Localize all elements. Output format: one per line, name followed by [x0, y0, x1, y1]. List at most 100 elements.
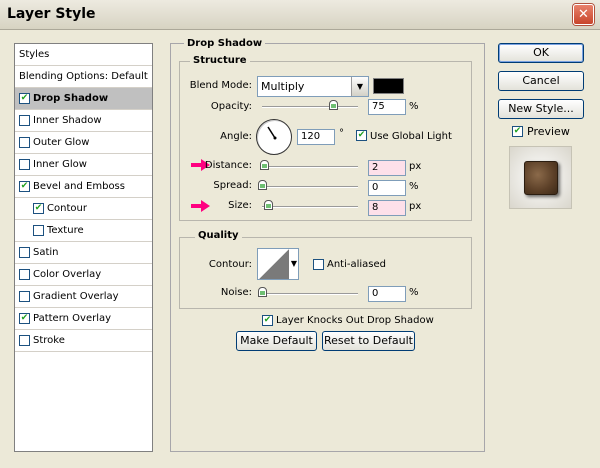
- gradient-overlay-checkbox[interactable]: [19, 291, 30, 302]
- distance-slider-thumb[interactable]: [260, 160, 269, 170]
- knockout-label: Layer Knocks Out Drop Shadow: [276, 315, 434, 326]
- angle-indicator-icon: [267, 126, 277, 140]
- knockout-checkbox[interactable]: ✔: [262, 315, 273, 326]
- inner-shadow-checkbox[interactable]: [19, 115, 30, 126]
- styles-header[interactable]: Styles: [15, 44, 152, 66]
- drop-shadow-title: Drop Shadow: [184, 38, 266, 49]
- opacity-slider-track[interactable]: [262, 106, 358, 108]
- preview-label: Preview: [527, 125, 570, 138]
- chevron-down-icon: ▼: [351, 77, 368, 96]
- texture-checkbox[interactable]: [33, 225, 44, 236]
- size-field[interactable]: 8: [368, 200, 406, 216]
- ok-button[interactable]: OK: [498, 43, 584, 63]
- preview-tile: [524, 161, 558, 195]
- opacity-field[interactable]: 75: [368, 99, 406, 115]
- noise-slider-thumb[interactable]: [258, 287, 267, 297]
- style-item-label: Inner Shadow: [33, 115, 102, 126]
- anti-aliased-checkbox[interactable]: [313, 259, 324, 270]
- style-item-label: Color Overlay: [33, 269, 102, 280]
- color-overlay-checkbox[interactable]: [19, 269, 30, 280]
- stroke-checkbox[interactable]: [19, 335, 30, 346]
- style-item-label: Blending Options: Default: [19, 71, 148, 82]
- use-global-light-checkbox[interactable]: ✔: [356, 130, 367, 141]
- styles-header-label: Styles: [19, 49, 50, 60]
- size-label: Size:: [228, 200, 252, 211]
- angle-dial[interactable]: [256, 119, 292, 155]
- opacity-label: Opacity:: [210, 101, 252, 112]
- style-item-inner-glow[interactable]: Inner Glow: [15, 154, 152, 176]
- style-item-texture[interactable]: Texture: [15, 220, 152, 242]
- distance-unit: px: [409, 161, 422, 172]
- quality-group: [179, 237, 472, 309]
- distance-field[interactable]: 2: [368, 160, 406, 176]
- noise-label: Noise:: [220, 287, 252, 298]
- satin-checkbox[interactable]: [19, 247, 30, 258]
- use-global-light-label: Use Global Light: [370, 131, 452, 142]
- make-default-button[interactable]: Make Default: [236, 331, 317, 351]
- style-item-label: Pattern Overlay: [33, 313, 112, 324]
- contour-label: Contour:: [208, 259, 252, 270]
- style-item-label: Gradient Overlay: [33, 291, 119, 302]
- noise-slider-track[interactable]: [262, 293, 358, 295]
- contour-checkbox[interactable]: ✔: [33, 203, 44, 214]
- spread-unit: %: [409, 181, 419, 192]
- style-item-label: Inner Glow: [33, 159, 87, 170]
- style-item-drop-shadow[interactable]: ✔ Drop Shadow: [15, 88, 152, 110]
- anti-aliased-label: Anti-aliased: [327, 259, 387, 270]
- style-item-bevel-emboss[interactable]: ✔ Bevel and Emboss: [15, 176, 152, 198]
- blend-mode-label: Blend Mode:: [189, 80, 252, 91]
- angle-label: Angle:: [220, 131, 252, 142]
- inner-glow-checkbox[interactable]: [19, 159, 30, 170]
- style-item-outer-glow[interactable]: Outer Glow: [15, 132, 152, 154]
- size-unit: px: [409, 201, 422, 212]
- cancel-button[interactable]: Cancel: [498, 71, 584, 91]
- size-slider-track[interactable]: [262, 206, 358, 208]
- noise-unit: %: [409, 287, 419, 298]
- style-item-label: Stroke: [33, 335, 65, 346]
- style-item-satin[interactable]: Satin: [15, 242, 152, 264]
- style-item-label: Texture: [47, 225, 84, 236]
- noise-field[interactable]: 0: [368, 286, 406, 302]
- outer-glow-checkbox[interactable]: [19, 137, 30, 148]
- preview-checkbox[interactable]: ✔: [512, 126, 523, 137]
- opacity-unit: %: [409, 101, 419, 112]
- style-item-pattern-overlay[interactable]: ✔ Pattern Overlay: [15, 308, 152, 330]
- spread-slider-track[interactable]: [262, 186, 358, 188]
- style-item-color-overlay[interactable]: Color Overlay: [15, 264, 152, 286]
- drop-shadow-checkbox[interactable]: ✔: [19, 93, 30, 104]
- distance-label: Distance:: [204, 160, 252, 171]
- bevel-emboss-checkbox[interactable]: ✔: [19, 181, 30, 192]
- structure-legend: Structure: [190, 55, 250, 66]
- style-item-label: Satin: [33, 247, 59, 258]
- opacity-slider-thumb[interactable]: [329, 100, 338, 110]
- angle-unit: °: [339, 128, 344, 139]
- distance-slider-track[interactable]: [262, 166, 358, 168]
- shadow-color-swatch[interactable]: [373, 78, 404, 94]
- reset-to-default-button[interactable]: Reset to Default: [322, 331, 415, 351]
- close-button[interactable]: ✕: [573, 4, 594, 25]
- style-item-label: Outer Glow: [33, 137, 90, 148]
- spread-slider-thumb[interactable]: [258, 180, 267, 190]
- pattern-overlay-checkbox[interactable]: ✔: [19, 313, 30, 324]
- style-item-inner-shadow[interactable]: Inner Shadow: [15, 110, 152, 132]
- size-slider-thumb[interactable]: [264, 200, 273, 210]
- style-item-contour[interactable]: ✔ Contour: [15, 198, 152, 220]
- contour-picker[interactable]: ▼: [257, 248, 299, 280]
- style-item-stroke[interactable]: Stroke: [15, 330, 152, 352]
- style-item-label: Bevel and Emboss: [33, 181, 125, 192]
- blend-mode-select[interactable]: Multiply ▼: [257, 76, 369, 97]
- style-item-label: Drop Shadow: [33, 93, 109, 104]
- new-style-button[interactable]: New Style...: [498, 99, 584, 119]
- style-item-blending-options[interactable]: Blending Options: Default: [15, 66, 152, 88]
- quality-legend: Quality: [195, 230, 242, 241]
- style-item-gradient-overlay[interactable]: Gradient Overlay: [15, 286, 152, 308]
- angle-field[interactable]: 120: [297, 129, 335, 145]
- chevron-down-icon: ▼: [290, 259, 297, 268]
- blend-mode-value: Multiply: [261, 80, 305, 93]
- style-item-label: Contour: [47, 203, 87, 214]
- window-title: Layer Style: [7, 6, 96, 22]
- preview-thumbnail: [509, 146, 572, 209]
- spread-label: Spread:: [213, 180, 252, 191]
- spread-field[interactable]: 0: [368, 180, 406, 196]
- contour-curve-icon: [259, 249, 289, 279]
